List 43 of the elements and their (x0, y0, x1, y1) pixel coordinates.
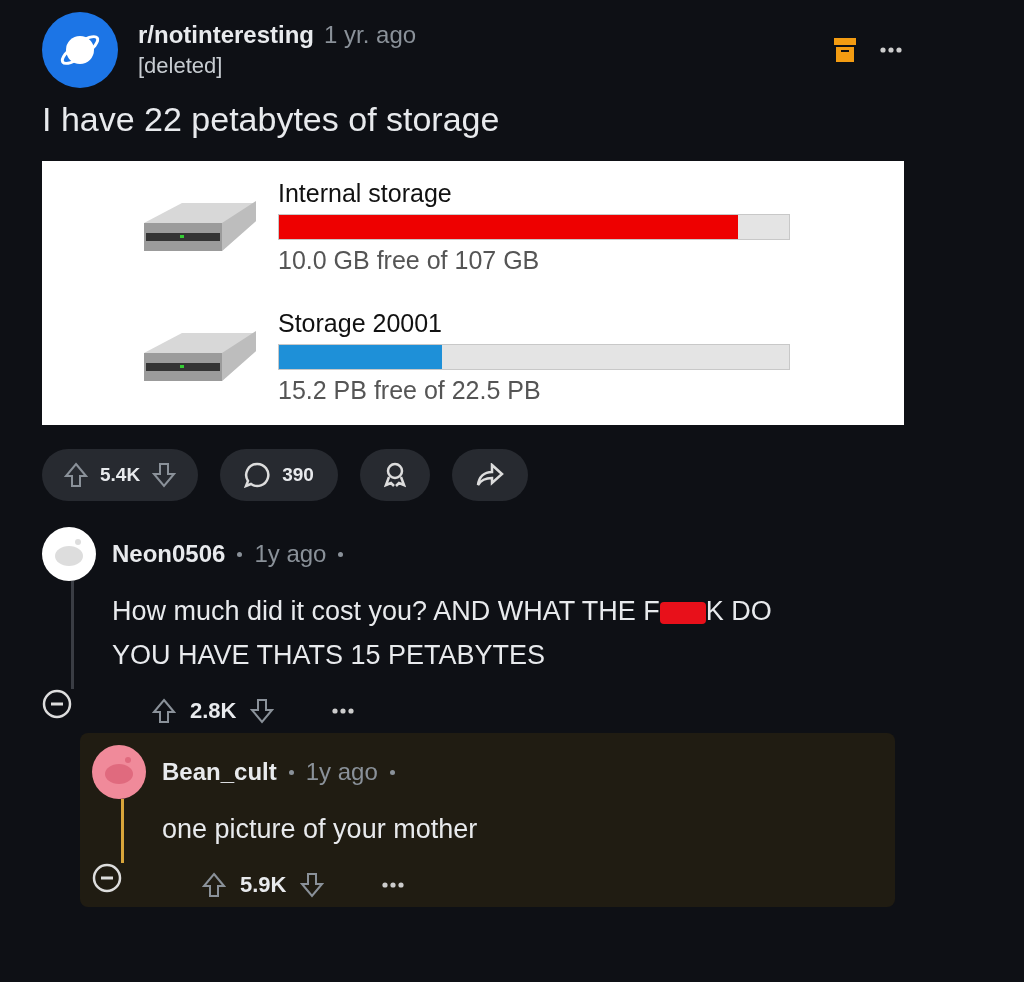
award-icon (383, 462, 406, 488)
upvote-icon[interactable] (202, 872, 226, 898)
archive-icon[interactable] (834, 38, 856, 62)
comment-text: How much did it cost you? AND WHAT THE F K DO YOU HAVE THATS 15 PETABYTES (112, 595, 773, 672)
user-avatar[interactable] (42, 527, 96, 581)
drive-name: Internal storage (278, 179, 453, 208)
downvote-icon[interactable] (300, 872, 325, 898)
more-icon[interactable] (382, 882, 405, 888)
separator-dot-icon (237, 551, 243, 557)
vote-count: 2.8K (190, 698, 237, 724)
more-icon[interactable] (880, 47, 902, 53)
comment-time: 1y ago (254, 540, 327, 568)
comment-time: 1y ago (305, 758, 378, 786)
downvote-icon[interactable] (152, 462, 177, 488)
downvote-icon[interactable] (250, 698, 275, 724)
comments-button[interactable]: 390 (220, 449, 338, 501)
upvote-icon[interactable] (152, 698, 176, 724)
vote-button[interactable]: 5.4K (42, 449, 199, 501)
post-title: I have 22 petabytes of storage (42, 100, 501, 139)
drive-capacity: 15.2 PB free of 22.5 PB (278, 376, 542, 405)
collapse-icon[interactable] (92, 863, 122, 893)
username[interactable]: Neon0506 (112, 540, 226, 568)
hard-drive-icon (142, 201, 258, 253)
hard-drive-icon (142, 331, 258, 383)
separator-dot-icon (288, 769, 294, 775)
vote-count: 5.9K (240, 872, 287, 898)
post-time: 1 yr. ago (324, 21, 417, 49)
award-button[interactable] (359, 449, 430, 501)
subreddit-name[interactable]: r/notinteresting (138, 21, 314, 49)
collapse-icon[interactable] (42, 689, 72, 719)
upvote-icon[interactable] (64, 462, 88, 488)
separator-dot-icon (389, 769, 395, 775)
user-avatar[interactable] (92, 745, 146, 799)
drive-capacity: 10.0 GB free of 107 GB (278, 246, 541, 275)
post-author[interactable]: [deleted] (138, 53, 814, 79)
share-icon (475, 463, 504, 487)
comment-text: one picture of your mother (162, 813, 479, 846)
share-button[interactable] (451, 449, 528, 501)
more-icon[interactable] (332, 708, 355, 714)
speech-bubble-icon (244, 462, 271, 488)
separator-dot-icon (338, 551, 344, 557)
username[interactable]: Bean_cult (162, 758, 277, 786)
drive-name: Storage 20001 (278, 309, 444, 338)
